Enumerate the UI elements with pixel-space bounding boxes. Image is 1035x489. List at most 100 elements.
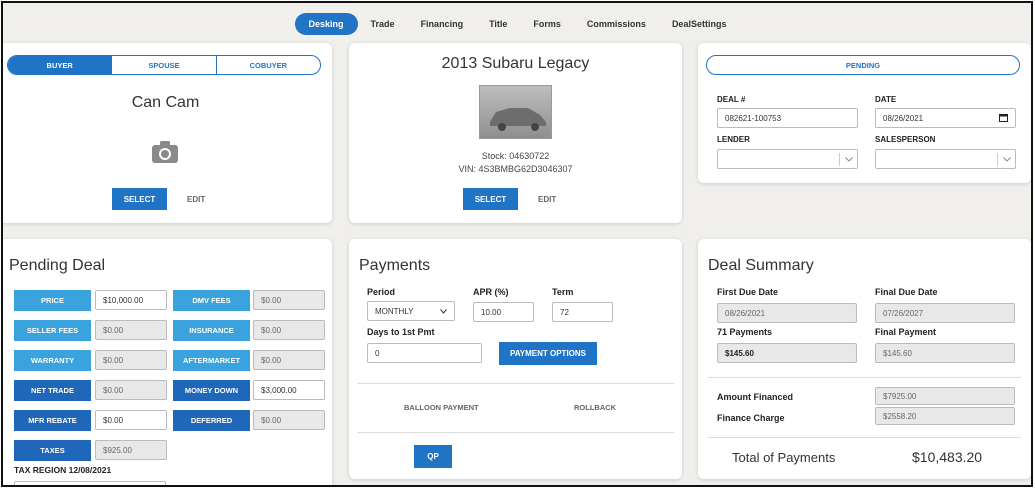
vehicle-card: 2013 Subaru Legacy Stock: 04630722 VIN: … (349, 43, 682, 223)
salesperson-label: SALESPERSON (875, 135, 936, 144)
apr-input[interactable]: 10.00 (473, 302, 534, 322)
payments-title: Payments (359, 257, 431, 274)
final-due-date-value: 07/26/2027 (875, 303, 1015, 323)
apr-label: APR (%) (473, 287, 509, 297)
aftermarket-button[interactable]: AFTERMARKET (173, 350, 250, 371)
tab-title[interactable]: Title (476, 13, 520, 35)
final-payment-label: Final Payment (875, 327, 937, 337)
camera-icon[interactable] (152, 141, 178, 163)
deal-number-label: DEAL # (717, 95, 746, 104)
price-button[interactable]: PRICE (14, 290, 91, 311)
segment-spouse[interactable]: SPOUSE (111, 56, 215, 74)
finance-charge-value: $2558.20 (875, 407, 1015, 425)
net-trade-value: $0.00 (95, 380, 167, 400)
car-photo (479, 85, 552, 139)
pending-deal-card: Pending Deal PRICE $10,000.00 SELLER FEE… (3, 239, 332, 485)
pending-deal-title: Pending Deal (9, 257, 106, 274)
buyer-select-button[interactable]: SELECT (112, 188, 167, 210)
divider (357, 432, 674, 433)
period-select[interactable]: MONTHLY (367, 301, 455, 321)
term-input[interactable]: 72 (552, 302, 613, 322)
tab-trade[interactable]: Trade (358, 13, 408, 35)
divider (708, 437, 1021, 438)
payment-options-button[interactable]: PAYMENT OPTIONS (499, 342, 597, 365)
status-pill[interactable]: PENDING (706, 55, 1020, 75)
days-to-first-payment-input[interactable]: 0 (367, 343, 482, 363)
tab-desking[interactable]: Desking (294, 13, 358, 35)
tab-commissions[interactable]: Commissions (574, 13, 659, 35)
deal-info-card: PENDING DEAL # 082621-100753 DATE 08/26/… (698, 43, 1031, 183)
buyer-name: Can Cam (131, 94, 200, 111)
days-to-first-payment-label: Days to 1st Pmt (367, 327, 435, 337)
tax-region-label: TAX REGION 12/08/2021 (14, 465, 112, 475)
app-frame: Desking Trade Financing Title Forms Comm… (1, 1, 1033, 487)
vehicle-vin: VIN: 4S3BMBG62D3046307 (458, 164, 573, 174)
vehicle-stock: Stock: 04630722 (481, 151, 550, 161)
chevron-down-icon (997, 153, 1015, 166)
segment-buyer[interactable]: BUYER (8, 56, 112, 74)
vehicle-edit-link[interactable]: EDIT (538, 195, 556, 204)
total-of-payments-value: $10,483.20 (912, 449, 983, 465)
calendar-icon[interactable] (999, 113, 1008, 124)
warranty-button[interactable]: WARRANTY (14, 350, 91, 371)
lender-select[interactable] (717, 149, 858, 169)
top-nav: Desking Trade Financing Title Forms Comm… (3, 11, 1031, 37)
total-of-payments-label: Total of Payments (732, 450, 836, 465)
seller-fees-button[interactable]: SELLER FEES (14, 320, 91, 341)
payments-card: Payments Period MONTHLY APR (%) 10.00 Te… (349, 239, 682, 479)
deferred-value: $0.00 (253, 410, 325, 430)
vehicle-select-button[interactable]: SELECT (463, 188, 518, 210)
warranty-value: $0.00 (95, 350, 167, 370)
salesperson-select[interactable] (875, 149, 1016, 169)
deal-summary-title: Deal Summary (708, 257, 814, 274)
mfr-rebate-button[interactable]: MFR REBATE (14, 410, 91, 431)
seller-fees-value: $0.00 (95, 320, 167, 340)
final-due-date-label: Final Due Date (875, 287, 938, 297)
date-input[interactable]: 08/26/2021 (875, 108, 1016, 128)
tab-financing[interactable]: Financing (408, 13, 477, 35)
taxes-button[interactable]: TAXES (14, 440, 91, 461)
term-label: Term (552, 287, 574, 297)
segment-cobuyer[interactable]: COBUYER (215, 56, 320, 74)
dmv-fees-button[interactable]: DMV FEES (173, 290, 250, 311)
dmv-fees-value: $0.00 (253, 290, 325, 310)
money-down-button[interactable]: MONEY DOWN (173, 380, 250, 401)
finance-charge-label: Finance Charge (717, 413, 785, 423)
taxes-value: $925.00 (95, 440, 167, 460)
price-input[interactable]: $10,000.00 (95, 290, 167, 310)
deferred-button[interactable]: DEFERRED (173, 410, 250, 431)
buyer-edit-link[interactable]: EDIT (187, 195, 205, 204)
deal-number-input[interactable]: 082621-100753 (717, 108, 858, 128)
buyer-segmented-control: BUYER SPOUSE COBUYER (7, 55, 321, 75)
vehicle-title: 2013 Subaru Legacy (441, 55, 590, 72)
amount-financed-value: $7925.00 (875, 387, 1015, 405)
rollback-link[interactable]: ROLLBACK (574, 403, 616, 412)
period-value: MONTHLY (375, 306, 414, 316)
tab-dealsettings[interactable]: DealSettings (659, 13, 740, 35)
chevron-down-icon (839, 153, 857, 166)
final-payment-value: $145.60 (875, 343, 1015, 363)
net-trade-button[interactable]: NET TRADE (14, 380, 91, 401)
amount-financed-label: Amount Financed (717, 392, 793, 402)
period-label: Period (367, 287, 396, 297)
lender-label: LENDER (717, 135, 750, 144)
payments-count-label: 71 Payments (717, 327, 773, 337)
mfr-rebate-input[interactable]: $0.00 (95, 410, 167, 430)
payment-amount-value: $145.60 (717, 343, 857, 363)
deal-summary-card: Deal Summary First Due Date 08/26/2021 F… (698, 239, 1031, 479)
chevron-down-icon (440, 307, 447, 316)
divider (708, 377, 1021, 378)
first-due-date-label: First Due Date (717, 287, 779, 297)
buyer-card: BUYER SPOUSE COBUYER Can Cam SELECT EDIT (3, 43, 332, 223)
insurance-button[interactable]: INSURANCE (173, 320, 250, 341)
divider (357, 383, 674, 384)
money-down-input[interactable]: $3,000.00 (253, 380, 325, 400)
tab-forms[interactable]: Forms (520, 13, 574, 35)
qp-button[interactable]: QP (414, 445, 452, 468)
date-value: 08/26/2021 (883, 113, 924, 123)
aftermarket-value: $0.00 (253, 350, 325, 370)
insurance-value: $0.00 (253, 320, 325, 340)
tax-region-select[interactable] (14, 481, 166, 485)
first-due-date-value: 08/26/2021 (717, 303, 857, 323)
balloon-payment-link[interactable]: BALLOON PAYMENT (404, 403, 479, 412)
